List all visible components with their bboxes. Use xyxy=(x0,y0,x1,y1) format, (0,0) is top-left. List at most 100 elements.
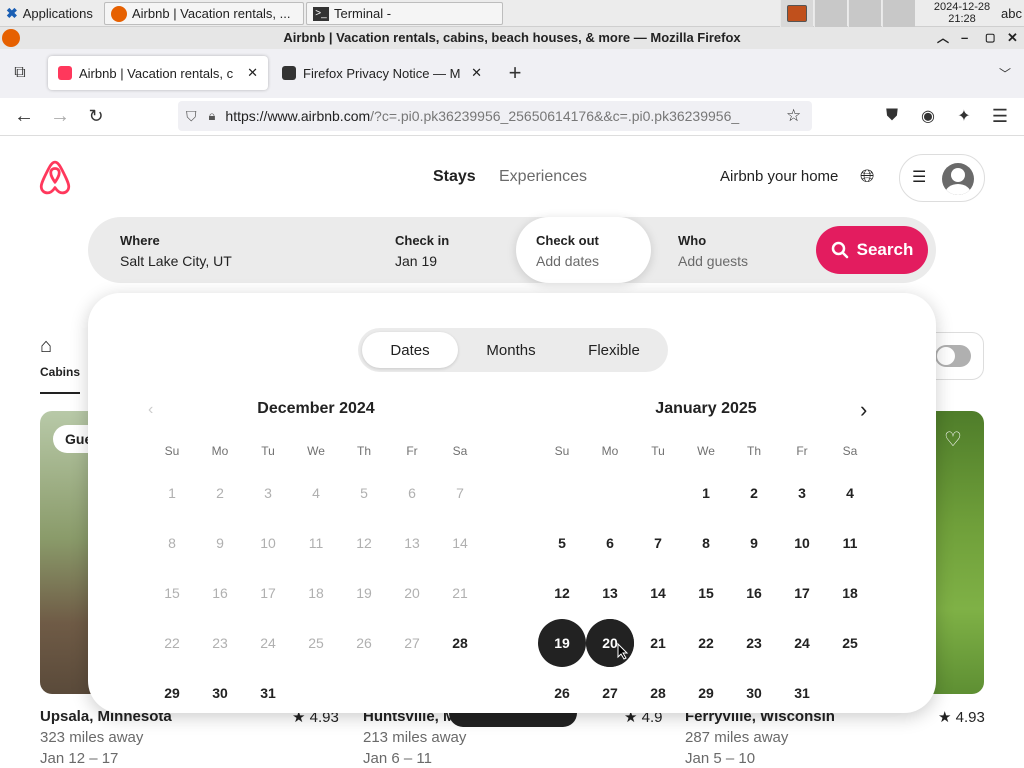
firefox-view-icon[interactable]: ⧉ xyxy=(9,62,31,84)
firefox-favicon-icon xyxy=(282,66,296,80)
applications-menu[interactable]: ✖ Applications xyxy=(0,2,103,25)
clock[interactable]: 2024-12-28 21:28 xyxy=(926,1,998,25)
where-label: Where xyxy=(120,233,160,248)
airbnb-logo-icon[interactable] xyxy=(38,159,72,200)
host-link[interactable]: Airbnb your home xyxy=(720,168,838,185)
calendar-day[interactable]: 23 xyxy=(730,619,778,667)
calendar-day[interactable]: 30 xyxy=(196,669,244,713)
calendar-day[interactable]: 31 xyxy=(778,669,826,713)
where-field[interactable]: Where Salt Lake City, UT xyxy=(120,217,360,283)
new-tab-icon[interactable]: + xyxy=(504,60,526,85)
calendar-day[interactable]: 18 xyxy=(826,569,874,617)
checkin-field[interactable]: Check in Jan 19 xyxy=(395,217,505,283)
weekday-label: Mo xyxy=(601,444,619,458)
calendar-day[interactable]: 25 xyxy=(826,619,874,667)
mode-months[interactable]: Months xyxy=(462,332,560,368)
experiences-tab[interactable]: Experiences xyxy=(499,168,587,186)
calendar-day[interactable]: 3 xyxy=(778,469,826,517)
calendar-day[interactable]: 5 xyxy=(538,519,586,567)
tab-close-icon[interactable]: ✕ xyxy=(247,65,258,81)
user-menu-button[interactable]: ☰ xyxy=(899,154,985,202)
pocket-icon[interactable]: ⛊ xyxy=(881,105,903,127)
tab-strip: ⧉ Airbnb | Vacation rentals, c ✕ Firefox… xyxy=(0,49,1024,98)
task-firefox[interactable]: Airbnb | Vacation rentals, ... xyxy=(104,2,304,25)
calendar-day[interactable]: 19 xyxy=(538,619,586,667)
workspace-3[interactable] xyxy=(848,0,881,27)
airbnb-favicon-icon xyxy=(58,66,72,80)
app-menu-icon[interactable]: ☰ xyxy=(989,105,1011,127)
listing-dates: Jan 12 – 17 xyxy=(40,750,119,767)
window-maximize-icon[interactable]: ▢ xyxy=(985,27,995,49)
checkin-label: Check in xyxy=(395,233,450,248)
workspace-4[interactable] xyxy=(882,0,915,27)
calendar-day[interactable]: 9 xyxy=(730,519,778,567)
star-icon: ★ xyxy=(938,709,952,726)
mode-dates[interactable]: Dates xyxy=(362,332,458,368)
url-text[interactable]: https://www.airbnb.com/?c=.pi0.pk3623995… xyxy=(225,108,765,124)
calendar-day: 3 xyxy=(264,485,272,501)
account-icon[interactable]: ◉ xyxy=(917,105,939,127)
url-bar[interactable]: ⛉ 🔒︎ https://www.airbnb.com/?c=.pi0.pk36… xyxy=(178,101,812,131)
calendar-day: 25 xyxy=(308,635,324,651)
checkout-placeholder: Add dates xyxy=(536,253,600,269)
globe-icon[interactable]: 🌐︎ xyxy=(860,166,874,187)
heart-icon[interactable]: ♡ xyxy=(944,427,962,452)
calendar-day: 13 xyxy=(404,535,420,551)
calendar-day[interactable]: 2 xyxy=(730,469,778,517)
tab-privacy-notice[interactable]: Firefox Privacy Notice — M ✕ xyxy=(272,56,492,90)
mode-flexible[interactable]: Flexible xyxy=(564,332,664,368)
task-terminal[interactable]: >_ Terminal - xyxy=(306,2,503,25)
stays-tab[interactable]: Stays xyxy=(433,168,476,186)
calendar-day[interactable]: 26 xyxy=(538,669,586,713)
calendar-day[interactable]: 28 xyxy=(436,619,484,667)
back-icon[interactable]: ← xyxy=(13,105,35,127)
window-minimize-icon[interactable]: – xyxy=(961,27,968,49)
extensions-icon[interactable]: ✦ xyxy=(953,105,975,127)
calendar-day[interactable]: 8 xyxy=(682,519,730,567)
workspace-2[interactable] xyxy=(814,0,847,27)
rating-value: 4.93 xyxy=(955,709,985,726)
lock-icon[interactable]: 🔒︎ xyxy=(209,108,216,124)
calendar-day[interactable]: 10 xyxy=(778,519,826,567)
window-shade-icon[interactable]: ︿ xyxy=(937,27,949,49)
tab-close-icon[interactable]: ✕ xyxy=(471,65,482,81)
airbnb-page: Stays Experiences Airbnb your home 🌐︎ ☰ … xyxy=(0,137,1024,768)
calendar-day[interactable]: 6 xyxy=(586,519,634,567)
forward-icon[interactable]: → xyxy=(49,105,71,127)
calendar-day[interactable]: 29 xyxy=(148,669,196,713)
calendar-day[interactable]: 17 xyxy=(778,569,826,617)
calendar-day[interactable]: 4 xyxy=(826,469,874,517)
window-close-icon[interactable]: ✕ xyxy=(1007,27,1018,49)
calendar-day[interactable]: 21 xyxy=(634,619,682,667)
calendar-day: 14 xyxy=(452,535,468,551)
calendar-day[interactable]: 29 xyxy=(682,669,730,713)
calendar-day[interactable]: 13 xyxy=(586,569,634,617)
calendar-day[interactable]: 1 xyxy=(682,469,730,517)
calendar-day[interactable]: 14 xyxy=(634,569,682,617)
checkout-field[interactable]: Check out Add dates xyxy=(516,217,651,283)
search-button[interactable]: Search xyxy=(816,226,928,274)
calendar-day[interactable]: 28 xyxy=(634,669,682,713)
calendar-day[interactable]: 27 xyxy=(586,669,634,713)
calendar-day: 8 xyxy=(168,535,176,551)
calendar-day[interactable]: 22 xyxy=(682,619,730,667)
who-field[interactable]: Who Add guests xyxy=(678,217,808,283)
reload-icon[interactable]: ↻ xyxy=(85,105,107,127)
calendar-day: 7 xyxy=(456,485,464,501)
calendar-day[interactable]: 12 xyxy=(538,569,586,617)
cabins-icon: ⌂ xyxy=(40,335,53,357)
calendar-day[interactable]: 30 xyxy=(730,669,778,713)
category-cabins[interactable]: Cabins xyxy=(40,365,80,379)
calendar-day[interactable]: 15 xyxy=(682,569,730,617)
shield-icon[interactable]: ⛉ xyxy=(186,108,197,125)
weekday-label: Th xyxy=(356,444,371,458)
list-tabs-icon[interactable]: ﹀ xyxy=(994,62,1016,84)
calendar-day[interactable]: 16 xyxy=(730,569,778,617)
calendar-day[interactable]: 7 xyxy=(634,519,682,567)
tab-airbnb[interactable]: Airbnb | Vacation rentals, c ✕ xyxy=(48,56,268,90)
workspace-1[interactable] xyxy=(780,0,813,27)
calendar-day[interactable]: 31 xyxy=(244,669,292,713)
bookmark-star-icon[interactable]: ☆ xyxy=(786,106,801,126)
calendar-day[interactable]: 24 xyxy=(778,619,826,667)
calendar-day[interactable]: 11 xyxy=(826,519,874,567)
